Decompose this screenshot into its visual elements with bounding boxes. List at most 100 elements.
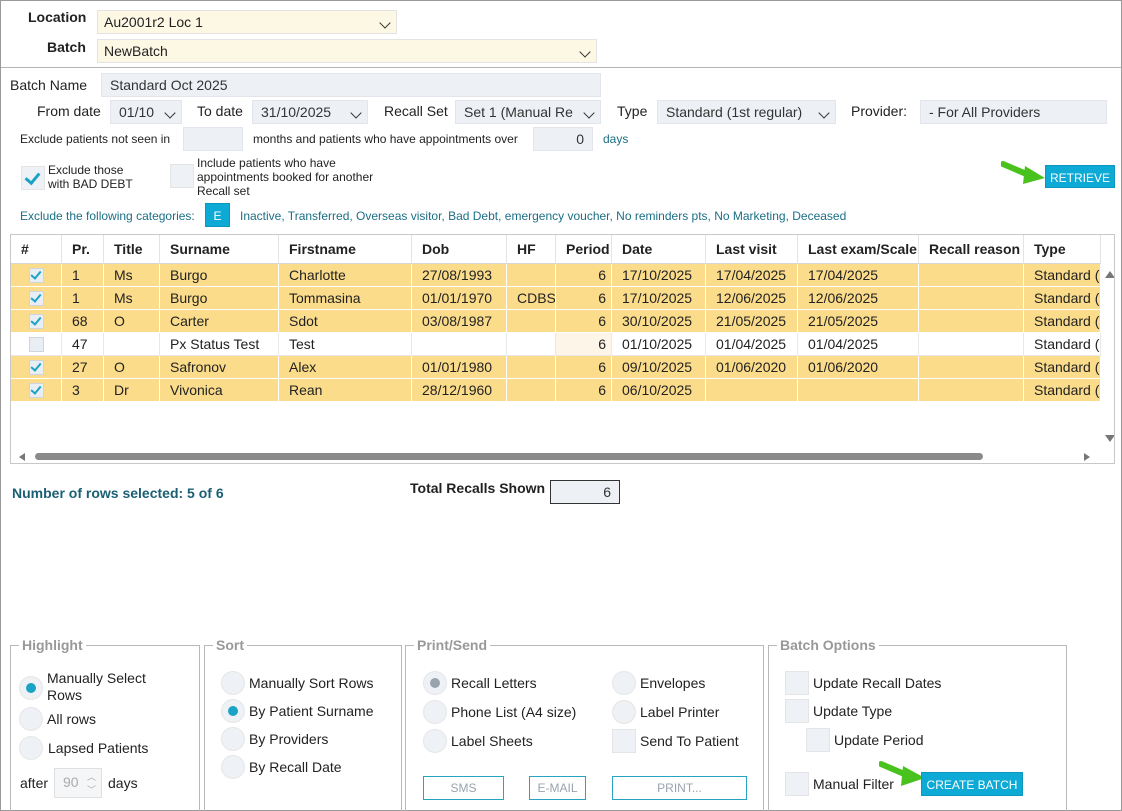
cell-period: 6 <box>556 287 612 310</box>
total-recalls-value: 6 <box>550 480 620 504</box>
cell-date: 17/10/2025 <box>612 287 706 310</box>
sort-providers-radio[interactable] <box>221 727 245 751</box>
sms-button[interactable]: SMS <box>423 776 504 800</box>
label-printer-radio[interactable] <box>612 700 636 724</box>
column-header[interactable]: Type <box>1024 235 1101 264</box>
edit-categories-button[interactable]: E <box>205 203 230 227</box>
cell-title <box>104 333 160 356</box>
scroll-right-icon[interactable] <box>1084 453 1090 461</box>
column-header[interactable]: Title <box>104 235 160 264</box>
after-days-stepper[interactable]: 90 ︿ ﹀ <box>54 768 102 798</box>
update-period-checkbox[interactable] <box>806 728 830 752</box>
sort-recall-date-radio[interactable] <box>221 755 245 779</box>
table-row[interactable]: 47 Px Status Test Test 6 01/10/2025 01/04/202… <box>11 333 1101 356</box>
scroll-down-icon[interactable] <box>1105 435 1114 442</box>
row-checkbox[interactable] <box>29 314 44 329</box>
send-to-patient-checkbox[interactable] <box>612 729 636 753</box>
bad-debt-checkbox[interactable] <box>21 166 45 190</box>
sort-providers-label: By Providers <box>249 731 329 747</box>
print-button[interactable]: PRINT... <box>612 776 747 800</box>
after-days-label: days <box>108 775 138 791</box>
all-rows-label: All rows <box>47 711 97 727</box>
row-select-cell[interactable] <box>11 379 62 402</box>
cell-last-visit: 01/06/2020 <box>706 356 798 379</box>
table-row[interactable]: 27 O Safronov Alex 01/01/1980 6 09/10/2025 01/0… <box>11 356 1101 379</box>
cell-pr: 68 <box>62 310 104 333</box>
highlight-title: Highlight <box>19 637 86 653</box>
column-header[interactable]: Surname <box>160 235 279 264</box>
stepper-down-icon[interactable]: ﹀ <box>87 783 96 796</box>
row-checkbox[interactable] <box>29 291 44 306</box>
type-dropdown[interactable]: Standard (1st regular) <box>657 100 836 124</box>
column-header[interactable]: HF <box>507 235 556 264</box>
column-header[interactable]: Last exam/Scale <box>798 235 919 264</box>
envelopes-radio[interactable] <box>612 671 636 695</box>
create-batch-button[interactable]: CREATE BATCH <box>921 772 1023 796</box>
label-sheets-radio[interactable] <box>423 729 447 753</box>
include-booked-checkbox[interactable] <box>170 164 194 188</box>
vertical-scrollbar[interactable] <box>1103 265 1114 450</box>
location-dropdown[interactable]: Au2001r2 Loc 1 <box>97 10 397 34</box>
table-row[interactable]: 1 Ms Burgo Tommasina 01/01/1970 CDBS 6 17/10/20… <box>11 287 1101 310</box>
chevron-down-icon <box>164 107 176 119</box>
provider-label: Provider: <box>851 103 908 119</box>
stepper-up-icon[interactable]: ︿ <box>87 770 96 783</box>
column-header[interactable]: Firstname <box>279 235 412 264</box>
manual-filter-checkbox[interactable] <box>785 772 809 796</box>
sort-recall-date-label: By Recall Date <box>249 759 342 775</box>
column-header[interactable]: Pr. <box>62 235 104 264</box>
row-select-cell[interactable] <box>11 264 62 287</box>
row-checkbox[interactable] <box>29 268 44 283</box>
recall-batch-window: Location Au2001r2 Loc 1 Batch NewBatch B… <box>0 0 1122 811</box>
cell-date: 09/10/2025 <box>612 356 706 379</box>
batch-label: Batch <box>47 39 86 55</box>
retrieve-button[interactable]: RETRIEVE <box>1045 165 1115 188</box>
cell-last-visit: 21/05/2025 <box>706 310 798 333</box>
row-select-cell[interactable] <box>11 356 62 379</box>
months-input[interactable] <box>183 127 243 151</box>
sort-surname-label: By Patient Surname <box>249 703 374 719</box>
batch-name-input[interactable]: Standard Oct 2025 <box>101 73 601 97</box>
table-row[interactable]: 68 O Carter Sdot 03/08/1987 6 30/10/2025 21/05/… <box>11 310 1101 333</box>
recall-set-dropdown[interactable]: Set 1 (Manual Re <box>455 100 601 124</box>
column-header[interactable]: Last visit <box>706 235 798 264</box>
update-recall-dates-checkbox[interactable] <box>785 671 809 695</box>
row-checkbox[interactable] <box>29 337 44 352</box>
row-checkbox[interactable] <box>29 383 44 398</box>
lapsed-radio[interactable] <box>19 736 43 760</box>
column-header[interactable]: Dob <box>412 235 507 264</box>
cell-period: 6 <box>556 333 612 356</box>
column-header[interactable]: # <box>11 235 62 264</box>
all-rows-radio[interactable] <box>19 707 43 731</box>
exclude-categories-label: Exclude the following categories: <box>20 209 195 223</box>
from-date-picker[interactable]: 01/10 <box>110 100 182 124</box>
lapsed-label: Lapsed Patients <box>48 740 149 756</box>
row-select-cell[interactable] <box>11 287 62 310</box>
scroll-up-icon[interactable] <box>1105 271 1114 278</box>
provider-input[interactable]: - For All Providers <box>920 100 1107 124</box>
column-header[interactable]: Period <box>556 235 612 264</box>
row-select-cell[interactable] <box>11 333 62 356</box>
days-input[interactable]: 0 <box>533 127 593 151</box>
phone-list-radio[interactable] <box>423 700 447 724</box>
column-header[interactable]: Recall reason <box>919 235 1024 264</box>
sort-surname-radio[interactable] <box>221 699 245 723</box>
table-row[interactable]: 1 Ms Burgo Charlotte 27/08/1993 6 17/10/2025 17… <box>11 264 1101 287</box>
scroll-left-icon[interactable] <box>19 453 25 461</box>
envelopes-label: Envelopes <box>640 675 706 691</box>
row-checkbox[interactable] <box>29 360 44 375</box>
column-header[interactable]: Date <box>612 235 706 264</box>
email-button[interactable]: E-MAIL <box>529 776 586 800</box>
cell-title: Ms <box>104 264 160 287</box>
horizontal-scrollbar[interactable] <box>11 450 1103 463</box>
scroll-thumb[interactable] <box>35 453 983 460</box>
batch-dropdown[interactable]: NewBatch <box>97 39 597 63</box>
table-row[interactable]: 3 Dr Vivonica Rean 28/12/1960 6 06/10/2025 Stan… <box>11 379 1101 402</box>
manual-select-radio[interactable] <box>19 676 43 700</box>
update-type-checkbox[interactable] <box>785 699 809 723</box>
cell-pr: 3 <box>62 379 104 402</box>
row-select-cell[interactable] <box>11 310 62 333</box>
recall-letters-radio[interactable] <box>423 671 447 695</box>
manual-sort-radio[interactable] <box>221 671 245 695</box>
to-date-picker[interactable]: 31/10/2025 <box>252 100 368 124</box>
